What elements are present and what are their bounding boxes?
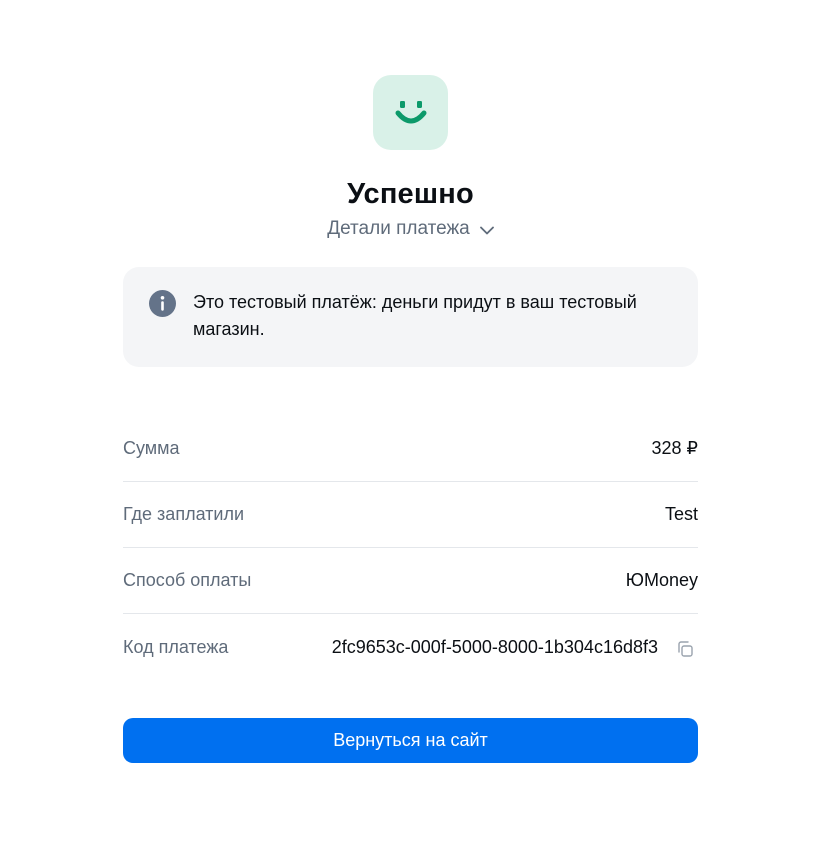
payment-details-label: Детали платежа [327, 218, 470, 239]
merchant-value: Test [664, 504, 698, 524]
detail-row-amount: Сумма 328 ₽ [123, 416, 698, 482]
chevron-down-icon [479, 226, 494, 235]
copy-icon[interactable] [672, 636, 698, 662]
merchant-label: Где заплатили [123, 504, 245, 524]
amount-label: Сумма [123, 438, 180, 458]
detail-row-payment-id: Код платежа 2fc9653c-000f-5000-8000-1b30… [123, 614, 698, 680]
payment-id-group: 2fc9653c-000f-5000-8000-1b304c16d8f3 [332, 633, 698, 662]
detail-row-payment-method: Способ оплаты ЮMoney [123, 548, 698, 614]
amount-value: 328 ₽ [651, 438, 699, 458]
return-to-site-button[interactable]: Вернуться на сайт [123, 718, 698, 763]
payment-method-value: ЮMoney [625, 570, 698, 590]
detail-row-merchant: Где заплатили Test [123, 482, 698, 548]
notice-text: Это тестовый платёж: деньги придут в ваш… [193, 292, 637, 339]
payment-method-label: Способ оплаты [123, 570, 252, 590]
smile-logo-icon [373, 75, 448, 150]
page-title: Успешно [347, 178, 474, 210]
payment-details-toggle[interactable]: Детали платежа [123, 218, 698, 240]
info-icon [149, 290, 176, 317]
test-payment-notice: Это тестовый платёж: деньги придут в ваш… [123, 267, 698, 367]
payment-details-list: Сумма 328 ₽ Где заплатили Test Способ оп… [123, 416, 698, 680]
payment-id-label: Код платежа [123, 636, 229, 657]
payment-id-value: 2fc9653c-000f-5000-8000-1b304c16d8f3 [331, 636, 658, 657]
